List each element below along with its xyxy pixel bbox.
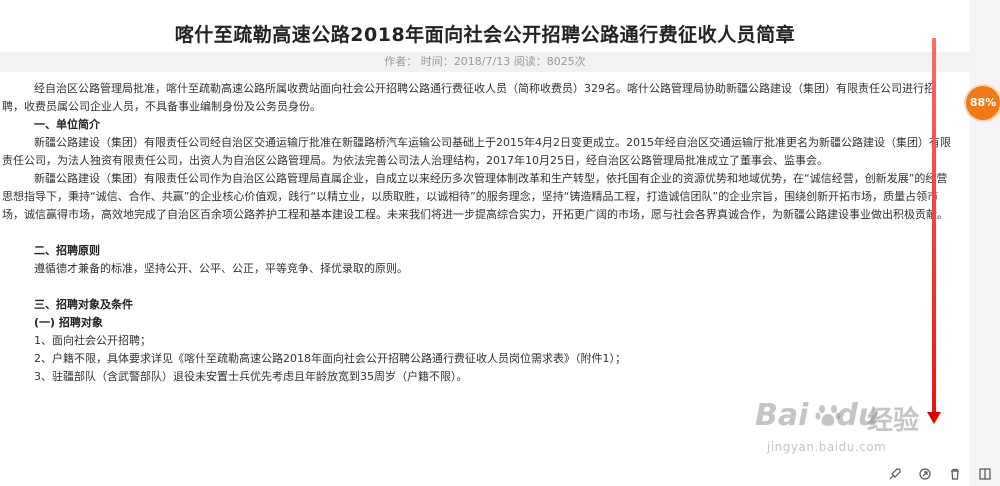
paw-icon xyxy=(815,402,841,434)
rocket-icon[interactable] xyxy=(886,465,904,483)
page: 喀什至疏勒高速公路2018年面向社会公开招聘公路通行费征收人员简章 作者： 时间… xyxy=(0,0,1000,486)
baidu-jingyan-watermark: Bai du 经验 jingyan.baidu.com xyxy=(755,398,935,468)
layout-icon[interactable] xyxy=(976,465,994,483)
article-title: 喀什至疏勒高速公路2018年面向社会公开招聘公路通行费征收人员简章 xyxy=(174,24,796,46)
section-heading: (一) 招聘对象 xyxy=(34,316,103,329)
paragraph: 3、驻疆部队（含武警部队）退役未安置士兵优先考虑且年龄放宽到35周岁（户籍不限）… xyxy=(34,370,468,383)
delete-icon[interactable] xyxy=(946,465,964,483)
paragraph: 经自治区公路管理局批准，喀什至疏勒高速公路所属收费站面向社会公开招聘公路通行费征… xyxy=(2,82,935,113)
section-heading: 一、单位简介 xyxy=(34,118,100,131)
reading-progress-badge[interactable]: 88% xyxy=(966,86,1000,120)
watermark-cn: 经验 xyxy=(867,406,920,436)
watermark-url: jingyan.baidu.com xyxy=(767,440,887,454)
paragraph: 遵循德才兼备的标准，坚持公开、公平、公正，平等竞争、择优录取的原则。 xyxy=(34,262,408,275)
bottom-toolbar xyxy=(880,462,1000,486)
paragraph: 1、面向社会公开招聘； xyxy=(34,334,151,347)
paragraph: 2、户籍不限，具体要求详见《喀什至疏勒高速公路2018年面向社会公开招聘公路通行… xyxy=(34,352,626,365)
paragraph: 新疆公路建设（集团）有限责任公司作为自治区公路管理局直属企业，自成立以来经历多次… xyxy=(2,172,948,221)
article-body: 经自治区公路管理局批准，喀什至疏勒高速公路所属收费站面向社会公开招聘公路通行费征… xyxy=(0,80,955,386)
article-meta: 作者： 时间：2018/7/13 阅读：8025次 xyxy=(0,52,970,72)
annotation-arrow-line xyxy=(932,38,936,418)
paragraph: 新疆公路建设（集团）有限责任公司经自治区交通运输厅批准在新疆路桥汽车运输公司基础… xyxy=(2,136,951,167)
section-heading: 二、招聘原则 xyxy=(34,244,100,257)
section-heading: 三、招聘对象及条件 xyxy=(34,298,133,311)
share-icon[interactable] xyxy=(916,465,934,483)
